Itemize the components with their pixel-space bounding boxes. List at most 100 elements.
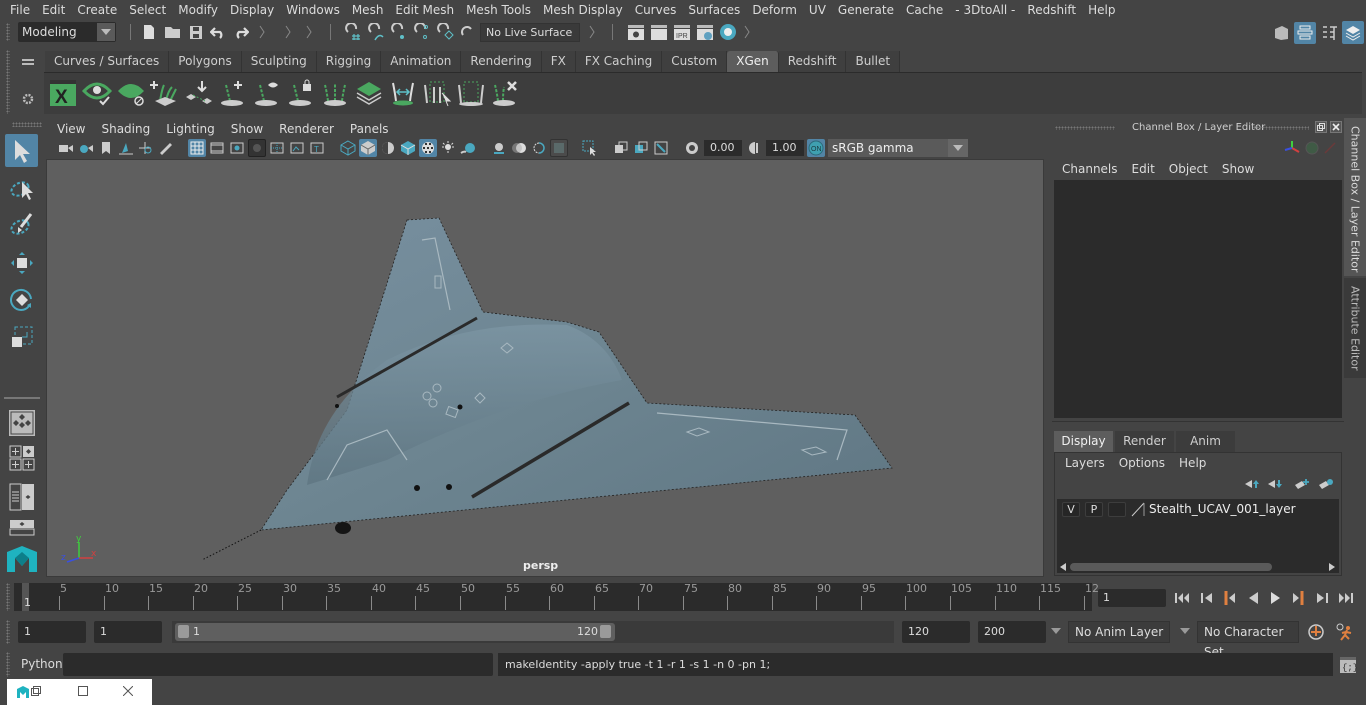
xray-active-components-icon[interactable] bbox=[632, 139, 650, 157]
end-time-field[interactable]: 200 bbox=[978, 621, 1046, 643]
gamma-field[interactable]: 1.00 bbox=[766, 140, 804, 156]
range-slider-bar[interactable] bbox=[175, 623, 615, 641]
menu-curves[interactable]: Curves bbox=[629, 0, 683, 20]
channel-box-icon[interactable] bbox=[1342, 21, 1364, 44]
safe-title-icon[interactable]: T bbox=[308, 139, 326, 157]
scale-tool-icon[interactable] bbox=[5, 320, 38, 353]
rebuild-guides-icon[interactable] bbox=[320, 78, 350, 108]
shelf-tab-xgen[interactable]: XGen bbox=[727, 51, 779, 72]
close-window-icon[interactable] bbox=[122, 685, 134, 697]
chevron-down-icon[interactable] bbox=[1051, 628, 1061, 634]
xray-joints-icon[interactable] bbox=[652, 139, 670, 157]
hyperbolic-icon[interactable] bbox=[1322, 140, 1338, 156]
speed-icon[interactable] bbox=[1304, 140, 1320, 156]
grease-pencil-icon[interactable] bbox=[157, 139, 175, 157]
viewport-persp[interactable]: y x z bbox=[46, 159, 1044, 577]
create-description-icon[interactable] bbox=[150, 78, 180, 108]
step-forward-key-icon[interactable] bbox=[1289, 589, 1309, 607]
live-surface-field[interactable]: No Live Surface bbox=[480, 23, 580, 42]
snap-view-plane-icon[interactable] bbox=[412, 22, 432, 42]
layer-visibility-toggle[interactable]: V bbox=[1062, 502, 1080, 517]
close-panel-icon[interactable] bbox=[1330, 121, 1342, 133]
single-pane-layout-icon[interactable] bbox=[5, 406, 38, 439]
paint-density-icon[interactable] bbox=[354, 78, 384, 108]
color-space-dropdown[interactable]: sRGB gamma bbox=[828, 139, 968, 157]
character-set-dropdown[interactable]: No Character Set bbox=[1197, 621, 1299, 659]
collapse-arrow-icon[interactable] bbox=[258, 24, 266, 40]
lasso-select-icon[interactable] bbox=[5, 172, 38, 205]
shelf-tab-fx-caching[interactable]: FX Caching bbox=[575, 51, 663, 72]
bookmark-icon[interactable] bbox=[97, 139, 115, 157]
menu-select[interactable]: Select bbox=[123, 0, 172, 20]
exposure-icon[interactable] bbox=[683, 139, 701, 157]
flip-guides-icon[interactable] bbox=[388, 78, 418, 108]
step-back-icon[interactable] bbox=[1197, 589, 1217, 607]
menu-file[interactable]: File bbox=[4, 0, 36, 20]
motion-blur-icon[interactable] bbox=[510, 139, 528, 157]
status-line-grip[interactable] bbox=[6, 23, 10, 41]
film-gate-icon[interactable] bbox=[208, 139, 226, 157]
make-live-icon[interactable] bbox=[435, 22, 455, 42]
menu-surfaces[interactable]: Surfaces bbox=[682, 0, 746, 20]
field-chart-icon[interactable] bbox=[268, 139, 286, 157]
layer-playback-toggle[interactable]: P bbox=[1085, 502, 1103, 517]
select-camera-icon[interactable] bbox=[57, 139, 75, 157]
gear-icon[interactable] bbox=[20, 91, 36, 107]
step-forward-icon[interactable] bbox=[1312, 589, 1332, 607]
scrollbar-thumb[interactable] bbox=[1070, 563, 1272, 571]
menu-redshift[interactable]: Redshift bbox=[1021, 0, 1082, 20]
move-layer-down-icon[interactable] bbox=[1266, 477, 1284, 491]
shelf-grip[interactable] bbox=[6, 50, 10, 114]
menu-help[interactable]: Help bbox=[1082, 0, 1121, 20]
tool-settings-icon[interactable] bbox=[1320, 22, 1340, 44]
menu-generate[interactable]: Generate bbox=[832, 0, 900, 20]
menu-deform[interactable]: Deform bbox=[746, 0, 803, 20]
paint-select-icon[interactable] bbox=[5, 207, 38, 240]
render-view-icon[interactable] bbox=[626, 23, 646, 42]
layers-menu[interactable]: Layers bbox=[1058, 455, 1112, 471]
shelf-tab-rendering[interactable]: Rendering bbox=[461, 51, 542, 72]
hypershade-icon[interactable] bbox=[718, 22, 738, 42]
command-language-toggle[interactable]: Python bbox=[21, 657, 63, 671]
snap-point-icon[interactable] bbox=[389, 22, 409, 42]
float-panel-icon[interactable] bbox=[1315, 121, 1327, 133]
menu-edit[interactable]: Edit bbox=[36, 0, 71, 20]
viewport-menu-renderer[interactable]: Renderer bbox=[271, 122, 342, 136]
grid-icon[interactable] bbox=[188, 139, 206, 157]
manipulator-icon[interactable] bbox=[1284, 140, 1300, 156]
shelf-tab-polygons[interactable]: Polygons bbox=[169, 51, 242, 72]
shelf-tab-rigging[interactable]: Rigging bbox=[316, 51, 382, 72]
panel-splitter[interactable] bbox=[1052, 421, 1344, 422]
use-all-lights-icon[interactable] bbox=[439, 139, 457, 157]
menu-set-dropdown[interactable]: Modeling bbox=[18, 22, 116, 42]
redo-icon[interactable] bbox=[232, 23, 250, 41]
range-grip[interactable] bbox=[6, 620, 10, 644]
snap-surface-icon[interactable] bbox=[458, 22, 478, 42]
start-time-field[interactable]: 1 bbox=[18, 621, 86, 643]
side-tab-channel-box[interactable]: Channel Box / Layer Editor bbox=[1344, 118, 1366, 276]
camera-attributes-icon[interactable] bbox=[77, 139, 95, 157]
textured-icon[interactable] bbox=[419, 139, 437, 157]
command-line-grip[interactable] bbox=[6, 652, 10, 677]
menu-cache[interactable]: Cache bbox=[900, 0, 949, 20]
menu-mesh-tools[interactable]: Mesh Tools bbox=[460, 0, 537, 20]
go-to-start-icon[interactable] bbox=[1173, 589, 1193, 607]
select-tool-icon[interactable] bbox=[5, 134, 38, 167]
render-current-icon[interactable] bbox=[649, 23, 669, 42]
menu-create[interactable]: Create bbox=[71, 0, 123, 20]
stealth-ucav-model[interactable] bbox=[47, 160, 1044, 577]
menu-windows[interactable]: Windows bbox=[280, 0, 346, 20]
xgen-preview-icon[interactable] bbox=[82, 78, 112, 108]
safe-action-icon[interactable] bbox=[288, 139, 306, 157]
shelf-tab-redshift[interactable]: Redshift bbox=[778, 51, 847, 72]
anti-aliasing-icon[interactable] bbox=[530, 139, 548, 157]
layer-tab-render[interactable]: Render bbox=[1115, 431, 1174, 452]
menu-3dtoall[interactable]: - 3DtoAll - bbox=[949, 0, 1021, 20]
select-guides-icon[interactable] bbox=[422, 78, 452, 108]
viewport-menu-show[interactable]: Show bbox=[223, 122, 271, 136]
exposure-field[interactable]: 0.00 bbox=[704, 140, 742, 156]
menu-display[interactable]: Display bbox=[224, 0, 280, 20]
xgen-clear-preview-icon[interactable] bbox=[116, 78, 146, 108]
playback-end-field[interactable]: 120 bbox=[902, 621, 970, 643]
new-layer-selected-icon[interactable] bbox=[1317, 477, 1335, 491]
